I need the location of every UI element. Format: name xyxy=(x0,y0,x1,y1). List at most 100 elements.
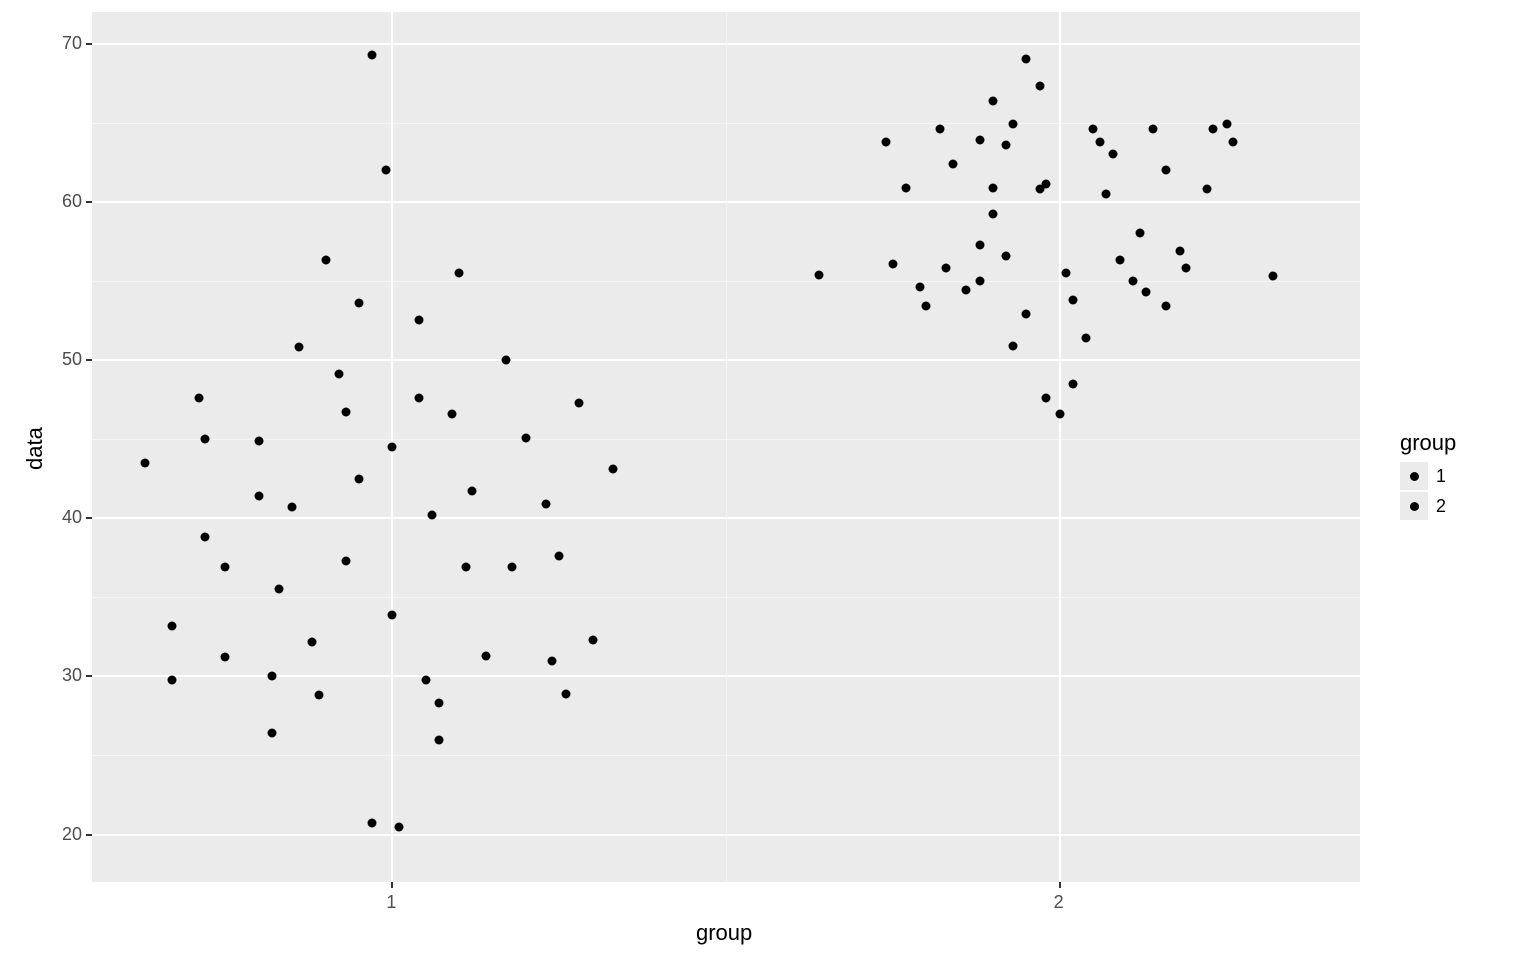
data-point xyxy=(1002,140,1011,149)
legend-item-2: 2 xyxy=(1400,492,1456,520)
figure: data group group 1 2 20 30 40 50 60 70 1 2 xyxy=(0,0,1536,960)
grid-minor-v xyxy=(726,12,727,882)
data-point xyxy=(922,302,931,311)
y-tick-label: 70 xyxy=(62,33,82,54)
data-point xyxy=(975,136,984,145)
data-point xyxy=(468,487,477,496)
data-point xyxy=(201,435,210,444)
data-point xyxy=(975,240,984,249)
y-tick-mark xyxy=(86,675,92,677)
data-point xyxy=(1069,295,1078,304)
x-tick-label: 2 xyxy=(1054,892,1064,913)
y-tick-label: 20 xyxy=(62,824,82,845)
data-point xyxy=(1042,393,1051,402)
dot-icon xyxy=(1410,502,1419,511)
data-point xyxy=(988,183,997,192)
data-point xyxy=(274,585,283,594)
grid-major-v xyxy=(1059,12,1061,882)
data-point xyxy=(555,552,564,561)
data-point xyxy=(548,656,557,665)
data-point xyxy=(1142,287,1151,296)
data-point xyxy=(1182,264,1191,273)
data-point xyxy=(942,264,951,273)
data-point xyxy=(428,511,437,520)
data-point xyxy=(948,159,957,168)
data-point xyxy=(168,621,177,630)
data-point xyxy=(1149,125,1158,134)
legend-label-2: 2 xyxy=(1436,496,1446,517)
data-point xyxy=(388,610,397,619)
data-point xyxy=(888,259,897,268)
data-point xyxy=(1222,120,1231,129)
data-point xyxy=(1129,276,1138,285)
data-point xyxy=(1162,166,1171,175)
data-point xyxy=(988,210,997,219)
data-point xyxy=(415,393,424,402)
data-point xyxy=(368,819,377,828)
data-point xyxy=(221,653,230,662)
y-tick-label: 50 xyxy=(62,349,82,370)
data-point xyxy=(268,729,277,738)
data-point xyxy=(1042,180,1051,189)
data-point xyxy=(308,637,317,646)
y-tick-label: 30 xyxy=(62,665,82,686)
data-point xyxy=(334,370,343,379)
data-point xyxy=(1022,310,1031,319)
data-point xyxy=(975,276,984,285)
data-point xyxy=(341,408,350,417)
data-point xyxy=(288,503,297,512)
legend-label-1: 1 xyxy=(1436,466,1446,487)
data-point xyxy=(1102,189,1111,198)
data-point xyxy=(541,499,550,508)
x-tick-mark xyxy=(391,882,393,888)
data-point xyxy=(1089,125,1098,134)
data-point xyxy=(481,651,490,660)
data-point xyxy=(221,563,230,572)
data-point xyxy=(1055,409,1064,418)
y-tick-mark xyxy=(86,359,92,361)
data-point xyxy=(902,183,911,192)
data-point xyxy=(415,316,424,325)
legend: group 1 2 xyxy=(1400,430,1456,522)
data-point xyxy=(1162,302,1171,311)
data-point xyxy=(388,443,397,452)
data-point xyxy=(1229,137,1238,146)
y-tick-mark xyxy=(86,201,92,203)
x-tick-label: 1 xyxy=(386,892,396,913)
data-point xyxy=(314,691,323,700)
data-point xyxy=(521,433,530,442)
x-tick-mark xyxy=(1059,882,1061,888)
legend-item-1: 1 xyxy=(1400,462,1456,490)
data-point xyxy=(448,409,457,418)
data-point xyxy=(1022,55,1031,64)
data-point xyxy=(1095,137,1104,146)
data-point xyxy=(815,270,824,279)
data-point xyxy=(608,465,617,474)
data-point xyxy=(1109,150,1118,159)
y-tick-label: 40 xyxy=(62,507,82,528)
data-point xyxy=(935,125,944,134)
data-point xyxy=(321,256,330,265)
data-point xyxy=(341,556,350,565)
dot-icon xyxy=(1410,472,1419,481)
data-point xyxy=(254,436,263,445)
data-point xyxy=(508,563,517,572)
data-point xyxy=(962,286,971,295)
data-point xyxy=(915,283,924,292)
data-point xyxy=(268,672,277,681)
data-point xyxy=(354,474,363,483)
data-point xyxy=(1069,379,1078,388)
data-point xyxy=(1115,256,1124,265)
y-tick-label: 60 xyxy=(62,191,82,212)
y-axis-title: data xyxy=(22,427,48,470)
data-point xyxy=(421,675,430,684)
data-point xyxy=(1175,246,1184,255)
data-point xyxy=(254,492,263,501)
data-point xyxy=(1269,272,1278,281)
data-point xyxy=(561,689,570,698)
data-point xyxy=(435,699,444,708)
legend-title: group xyxy=(1400,430,1456,456)
data-point xyxy=(201,533,210,542)
data-point xyxy=(168,675,177,684)
data-point xyxy=(1135,229,1144,238)
